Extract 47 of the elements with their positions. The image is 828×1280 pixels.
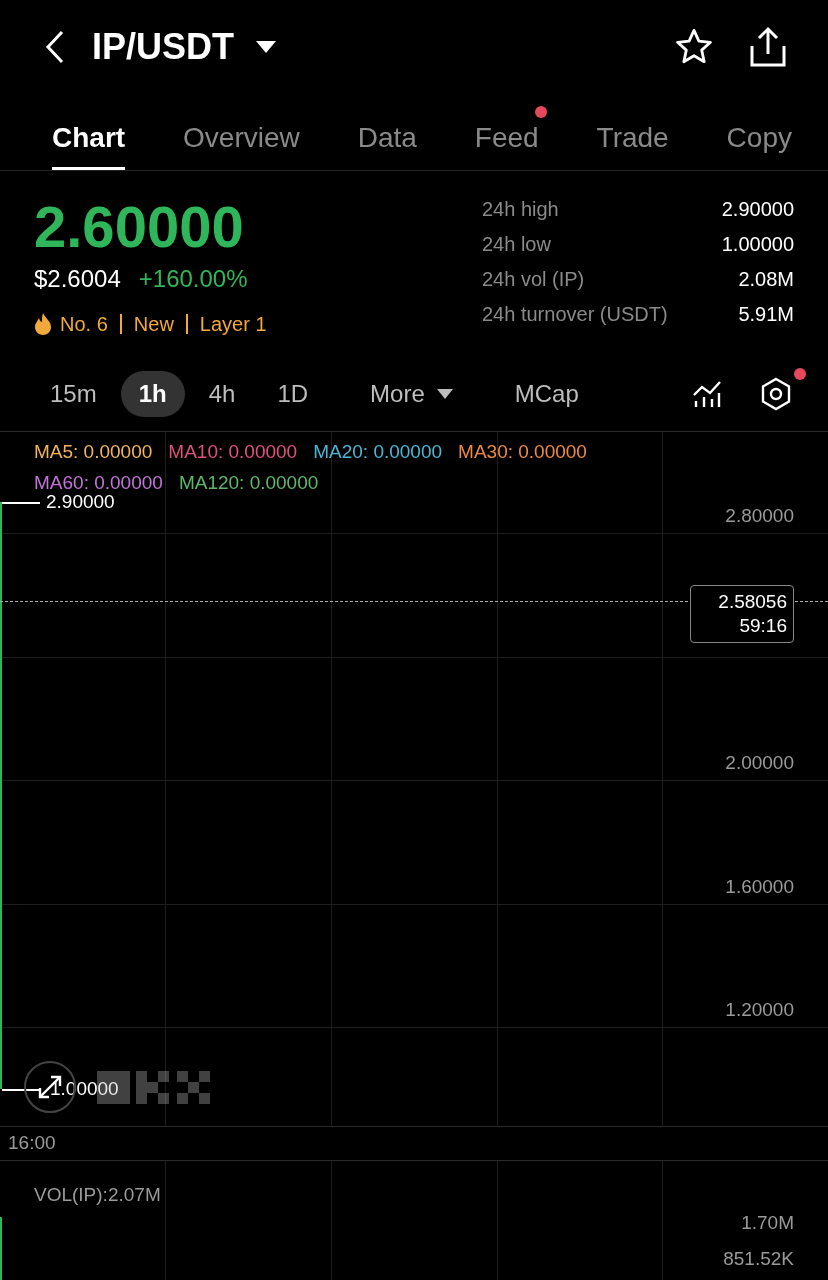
interval-tab[interactable]: 15m	[32, 370, 115, 417]
stat-label: 24h high	[482, 197, 559, 222]
tab[interactable]: Overview	[183, 94, 300, 170]
tag-label: Layer 1	[199, 312, 267, 337]
indicator-label: MA20: 0.00000	[313, 440, 443, 464]
axis-label: 1.70M	[741, 1211, 794, 1235]
axis-label: 2.80000	[725, 505, 794, 527]
indicator-label: MA10: 0.00000	[168, 440, 298, 464]
axis-label: 2.00000	[725, 752, 794, 774]
caret-icon	[256, 41, 276, 53]
stat-label: 24h low	[482, 232, 551, 257]
interval-tab[interactable]: 4h	[190, 370, 254, 417]
indicator-label: MA30: 0.00000	[458, 440, 587, 464]
countdown: 59:16	[739, 613, 787, 638]
tab[interactable]: Copy	[726, 94, 792, 170]
axis-label: 851.52K	[723, 1247, 794, 1271]
tab[interactable]: Chart	[52, 94, 126, 170]
stat-label: 24h turnover (USDT)	[482, 302, 668, 327]
stat-value: 5.91M	[738, 302, 794, 327]
pair-selector[interactable]: IP/USDT	[92, 20, 276, 74]
price-change: +160.00%	[138, 264, 248, 294]
stat-value: 2.90000	[721, 197, 794, 222]
caret-icon	[436, 388, 453, 399]
volume-label: VOL(IP):2.07M	[34, 1183, 161, 1207]
low-label: 1.00000	[50, 1077, 119, 1100]
share-icon[interactable]	[748, 25, 788, 69]
tab[interactable]: Trade	[596, 94, 669, 170]
usd-price: $2.6004	[34, 264, 121, 294]
stat-value: 2.08M	[738, 267, 794, 292]
stat-value: 1.00000	[721, 232, 794, 257]
tab[interactable]: Feed	[474, 94, 539, 170]
tag-label: No. 6	[60, 312, 108, 337]
axis-label: 1.60000	[725, 875, 794, 898]
tab[interactable]: Data	[357, 94, 417, 170]
last-price: 2.60000	[34, 195, 245, 259]
interval-tab[interactable]: MCap	[496, 370, 597, 417]
indicator-label: MA120: 0.00000	[178, 470, 319, 495]
interval-tab[interactable]: 1h	[120, 370, 185, 417]
interval-tab[interactable]: 1D	[259, 370, 327, 417]
stat-label: 24h vol (IP)	[482, 267, 585, 292]
indicator-label: MA5: 0.00000	[34, 440, 153, 464]
axis-label: 1.20000	[725, 999, 794, 1021]
interval-tab[interactable]: More	[352, 370, 471, 417]
flame-icon	[34, 313, 52, 335]
time-label: 16:00	[8, 1131, 56, 1156]
tag-label: New	[133, 312, 174, 337]
current-price: 2.58056	[718, 589, 787, 614]
